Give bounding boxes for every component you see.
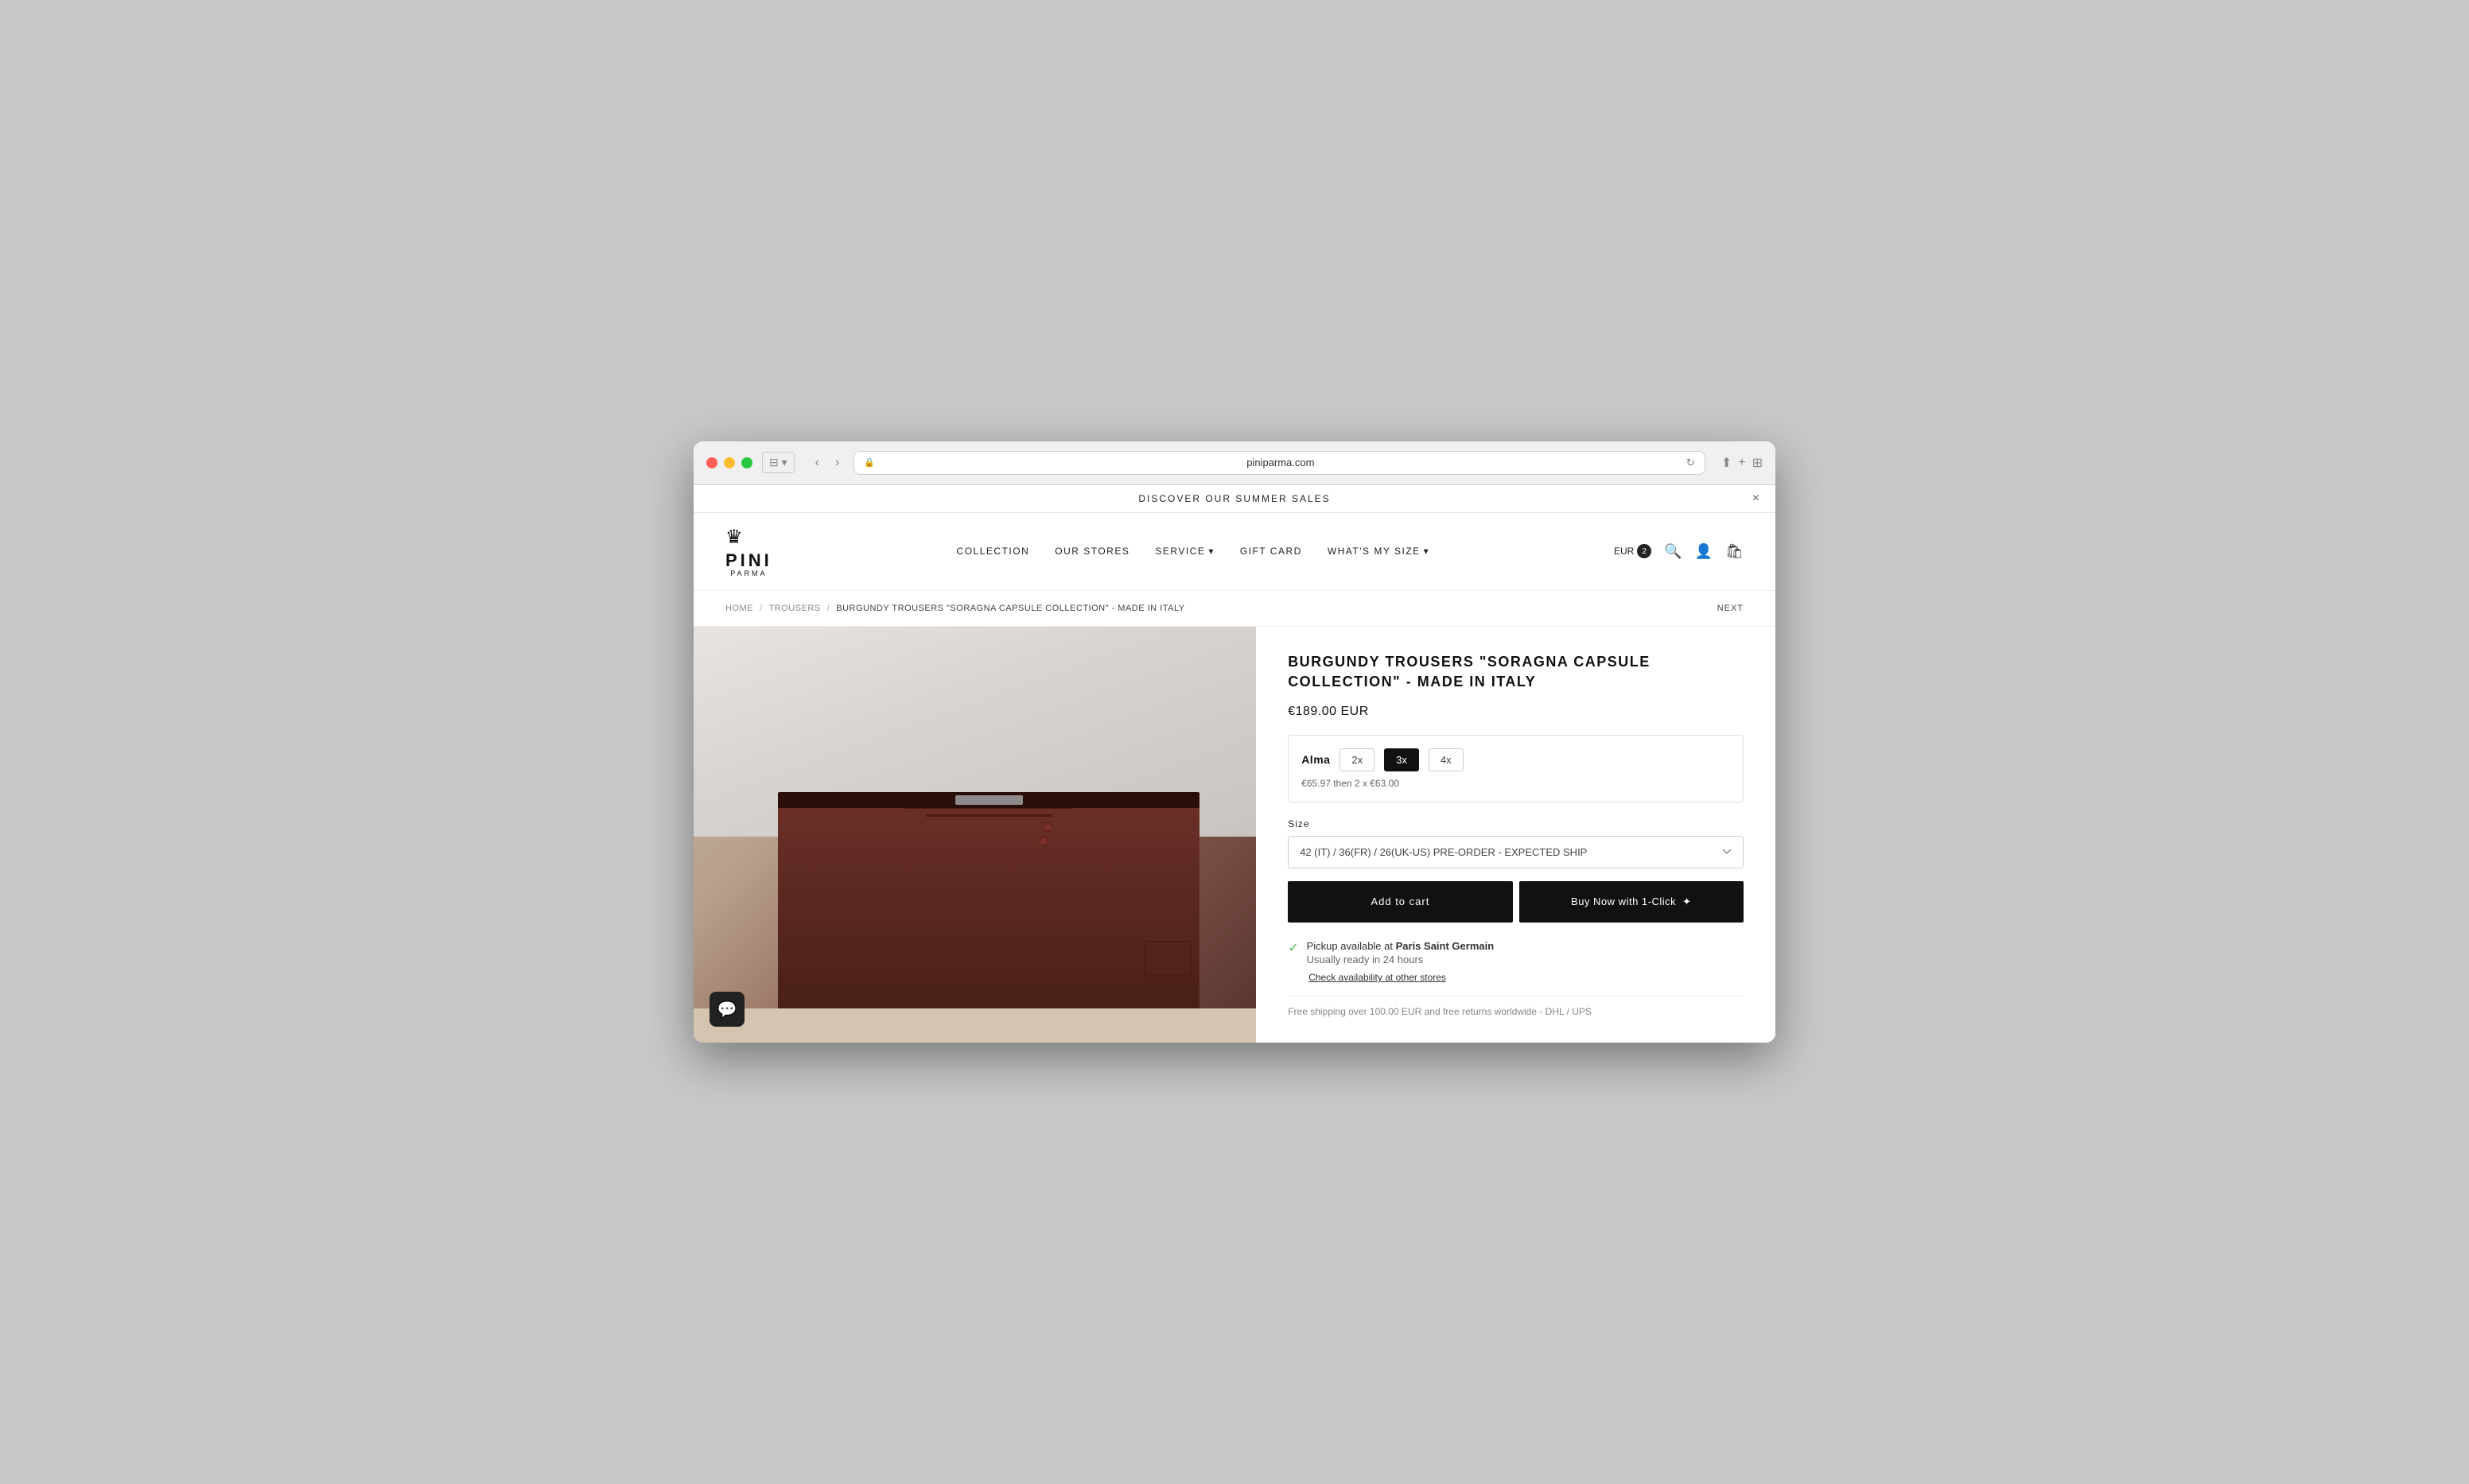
tab-overview-button[interactable]: ⊞ xyxy=(1752,455,1763,471)
alma-option-2x[interactable]: 2x xyxy=(1339,748,1374,771)
fullscreen-traffic-light[interactable] xyxy=(741,457,752,468)
chat-button[interactable]: 💬 xyxy=(710,992,745,1027)
search-button[interactable]: 🔍 xyxy=(1664,543,1682,560)
close-traffic-light[interactable] xyxy=(706,457,717,468)
browser-nav-controls: ‹ › xyxy=(811,453,845,473)
alma-option-3x[interactable]: 3x xyxy=(1384,748,1419,771)
share-button[interactable]: ⬆ xyxy=(1721,455,1732,471)
add-to-cart-button[interactable]: Add to cart xyxy=(1288,881,1512,923)
announcement-bar: DISCOVER OUR SUMMER SALES × xyxy=(694,485,1775,513)
traffic-lights xyxy=(706,457,752,468)
alma-brand: Alma xyxy=(1301,753,1330,766)
url-text: piniparma.com xyxy=(881,456,1680,468)
pickup-info: ✓ Pickup available at Paris Saint Germai… xyxy=(1288,938,1744,966)
sidebar-toggle-button[interactable]: ⊟ ▾ xyxy=(762,452,795,473)
currency-selector[interactable]: EUR 2 xyxy=(1614,544,1651,558)
currency-label: EUR xyxy=(1614,546,1634,557)
page-content: DISCOVER OUR SUMMER SALES × ♛ PINI PARMA… xyxy=(694,485,1775,1043)
forward-button[interactable]: › xyxy=(830,453,844,473)
alma-options: Alma 2x 3x 4x xyxy=(1301,748,1730,771)
trousers-visual xyxy=(778,798,1200,1008)
nav-right: EUR 2 🔍 👤 🛍 xyxy=(1614,543,1744,560)
product-details: BURGUNDY TROUSERS "SORAGNA CAPSULE COLLE… xyxy=(1256,627,1775,1043)
product-layout: 💬 BURGUNDY TROUSERS "SORAGNA CAPSULE COL… xyxy=(694,627,1775,1043)
breadcrumb: HOME / TROUSERS / BURGUNDY TROUSERS "SOR… xyxy=(694,591,1775,627)
size-dropdown-icon: ▾ xyxy=(1424,546,1430,557)
pickup-ready-text: Usually ready in 24 hours xyxy=(1307,954,1495,965)
product-title: BURGUNDY TROUSERS "SORAGNA CAPSULE COLLE… xyxy=(1288,652,1744,692)
breadcrumb-next[interactable]: NEXT xyxy=(1717,604,1744,613)
address-bar[interactable]: 🔒 piniparma.com ↻ xyxy=(853,451,1705,475)
nav-item-collection[interactable]: COLLECTION xyxy=(957,546,1030,557)
logo-text: PINI xyxy=(725,552,772,569)
alma-option-4x[interactable]: 4x xyxy=(1429,748,1464,771)
cart-button[interactable]: 🛍 xyxy=(1725,543,1744,560)
account-button[interactable]: 👤 xyxy=(1695,543,1713,560)
buy-now-button[interactable]: Buy Now with 1-Click ✦ xyxy=(1519,881,1744,923)
nav-item-our-stores[interactable]: OUR STORES xyxy=(1055,546,1130,557)
breadcrumb-path: HOME / TROUSERS / BURGUNDY TROUSERS "SOR… xyxy=(725,604,1185,613)
shipping-text: Free shipping over 100.00 EUR and free r… xyxy=(1288,996,1744,1017)
logo-icon: ♛ xyxy=(725,526,772,549)
breadcrumb-home[interactable]: HOME xyxy=(725,604,753,613)
browser-chrome: ⊟ ▾ ‹ › 🔒 piniparma.com ↻ ⬆ + ⊞ xyxy=(694,441,1775,485)
size-label: Size xyxy=(1288,818,1744,829)
breadcrumb-trousers[interactable]: TROUSERS xyxy=(769,604,821,613)
minimize-traffic-light[interactable] xyxy=(724,457,735,468)
pickup-details: Pickup available at Paris Saint Germain … xyxy=(1307,938,1495,966)
new-tab-button[interactable]: + xyxy=(1738,455,1745,471)
buy-now-sparkle-icon: ✦ xyxy=(1682,895,1691,908)
logo-area[interactable]: ♛ PINI PARMA xyxy=(725,526,772,577)
reload-button[interactable]: ↻ xyxy=(1686,456,1695,469)
product-buttons: Add to cart Buy Now with 1-Click ✦ xyxy=(1288,881,1744,923)
pickup-text: Pickup available at Paris Saint Germain xyxy=(1307,938,1495,954)
announcement-text: DISCOVER OUR SUMMER SALES xyxy=(1138,493,1330,504)
nav-item-service[interactable]: SERVICE ▾ xyxy=(1155,546,1215,557)
announcement-close-button[interactable]: × xyxy=(1752,491,1759,506)
logo-subtitle: PARMA xyxy=(725,569,772,577)
pickup-check-icon: ✓ xyxy=(1288,940,1298,956)
product-price: €189.00 EUR xyxy=(1288,705,1744,719)
product-image xyxy=(694,627,1256,1008)
nav-item-whats-my-size[interactable]: WHAT'S MY SIZE ▾ xyxy=(1328,546,1429,557)
check-availability-link[interactable]: Check availability at other stores xyxy=(1308,972,1744,983)
alma-widget: Alma 2x 3x 4x €65.97 then 2 x €63.00 xyxy=(1288,735,1744,802)
main-nav: COLLECTION OUR STORES SERVICE ▾ GIFT CAR… xyxy=(957,546,1430,557)
alma-price-text: €65.97 then 2 x €63.00 xyxy=(1301,778,1730,789)
back-button[interactable]: ‹ xyxy=(811,453,824,473)
header: ♛ PINI PARMA COLLECTION OUR STORES SERVI… xyxy=(694,513,1775,591)
logo: ♛ PINI PARMA xyxy=(725,526,772,577)
buy-now-label: Buy Now with 1-Click xyxy=(1571,895,1676,907)
lock-icon: 🔒 xyxy=(864,457,875,468)
nav-item-gift-card[interactable]: GIFT CARD xyxy=(1240,546,1302,557)
currency-count: 2 xyxy=(1637,544,1651,558)
size-selector[interactable]: 42 (IT) / 36(FR) / 26(UK-US) PRE-ORDER -… xyxy=(1288,836,1744,868)
product-image-area: 💬 xyxy=(694,627,1256,1043)
chat-icon: 💬 xyxy=(717,1000,737,1020)
browser-window: ⊟ ▾ ‹ › 🔒 piniparma.com ↻ ⬆ + ⊞ DISCOVER… xyxy=(694,441,1775,1043)
breadcrumb-current: BURGUNDY TROUSERS "SORAGNA CAPSULE COLLE… xyxy=(836,604,1184,613)
service-dropdown-icon: ▾ xyxy=(1208,546,1215,557)
browser-actions: ⬆ + ⊞ xyxy=(1721,455,1763,471)
